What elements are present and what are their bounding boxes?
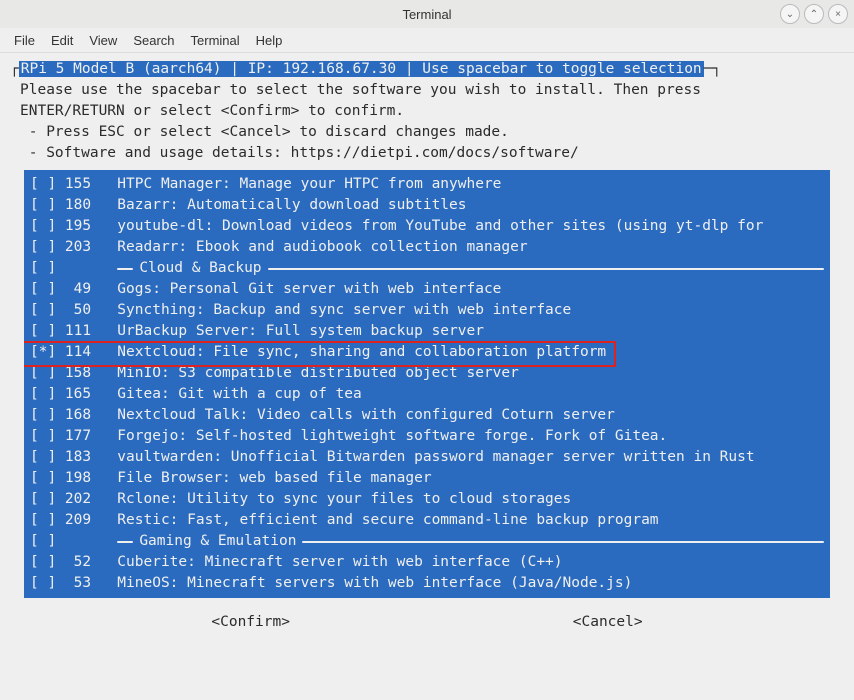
dialog-buttons: <Confirm> <Cancel>	[10, 598, 844, 643]
maximize-icon[interactable]: ⌃	[804, 4, 824, 24]
list-item[interactable]: [*] 114 Nextcloud: File sync, sharing an…	[24, 342, 830, 363]
close-icon[interactable]: ×	[828, 4, 848, 24]
intro-line-3: - Press ESC or select <Cancel> to discar…	[20, 122, 844, 143]
section-header: [ ] Cloud & Backup	[24, 258, 830, 279]
list-item[interactable]: [ ] 183 vaultwarden: Unofficial Bitwarde…	[24, 447, 830, 468]
terminal-content[interactable]: ┌RPi 5 Model B (aarch64) | IP: 192.168.6…	[0, 53, 854, 700]
menu-search[interactable]: Search	[125, 31, 182, 50]
list-item[interactable]: [ ] 195 youtube-dl: Download videos from…	[24, 216, 830, 237]
list-item[interactable]: [ ] 52 Cuberite: Minecraft server with w…	[24, 552, 830, 573]
section-label: Gaming & Emulation	[139, 531, 296, 552]
list-item[interactable]: [ ] 177 Forgejo: Self-hosted lightweight…	[24, 426, 830, 447]
section-prefix: [ ]	[30, 531, 117, 552]
confirm-button[interactable]: <Confirm>	[211, 612, 290, 633]
list-item[interactable]: [ ] 202 Rclone: Utility to sync your fil…	[24, 489, 830, 510]
divider-line	[302, 541, 824, 543]
titlebar: Terminal ⌄ ⌃ ×	[0, 0, 854, 28]
list-item[interactable]: [ ] 198 File Browser: web based file man…	[24, 468, 830, 489]
list-item[interactable]: [ ] 165 Gitea: Git with a cup of tea	[24, 384, 830, 405]
list-item[interactable]: [ ] 203 Readarr: Ebook and audiobook col…	[24, 237, 830, 258]
section-label: Cloud & Backup	[139, 258, 261, 279]
menu-help[interactable]: Help	[248, 31, 291, 50]
window-controls: ⌄ ⌃ ×	[780, 4, 848, 24]
cancel-button[interactable]: <Cancel>	[573, 612, 643, 633]
menu-terminal[interactable]: Terminal	[183, 31, 248, 50]
divider-line	[268, 268, 824, 270]
menubar: File Edit View Search Terminal Help	[0, 28, 854, 53]
list-item[interactable]: [ ] 180 Bazarr: Automatically download s…	[24, 195, 830, 216]
intro-line-4: - Software and usage details: https://di…	[20, 143, 844, 164]
software-list[interactable]: [ ] 155 HTPC Manager: Manage your HTPC f…	[24, 170, 830, 598]
menu-file[interactable]: File	[6, 31, 43, 50]
window-title: Terminal	[402, 7, 451, 22]
section-header: [ ] Gaming & Emulation	[24, 531, 830, 552]
terminal-window: Terminal ⌄ ⌃ × File Edit View Search Ter…	[0, 0, 854, 700]
list-item[interactable]: [ ] 111 UrBackup Server: Full system bac…	[24, 321, 830, 342]
menu-edit[interactable]: Edit	[43, 31, 81, 50]
header-line: RPi 5 Model B (aarch64) | IP: 192.168.67…	[19, 61, 704, 77]
list-item[interactable]: [ ] 168 Nextcloud Talk: Video calls with…	[24, 405, 830, 426]
dialog-frame: ┌RPi 5 Model B (aarch64) | IP: 192.168.6…	[10, 59, 844, 80]
divider-icon	[117, 268, 133, 270]
minimize-icon[interactable]: ⌄	[780, 4, 800, 24]
divider-icon	[117, 541, 133, 543]
intro-line-1: Please use the spacebar to select the so…	[20, 80, 844, 101]
menu-view[interactable]: View	[81, 31, 125, 50]
list-item[interactable]: [ ] 50 Syncthing: Backup and sync server…	[24, 300, 830, 321]
list-item[interactable]: [ ] 53 MineOS: Minecraft servers with we…	[24, 573, 830, 594]
section-prefix: [ ]	[30, 258, 117, 279]
list-item[interactable]: [ ] 49 Gogs: Personal Git server with we…	[24, 279, 830, 300]
list-item[interactable]: [ ] 158 MinIO: S3 compatible distributed…	[24, 363, 830, 384]
list-item[interactable]: [ ] 209 Restic: Fast, efficient and secu…	[24, 510, 830, 531]
list-item[interactable]: [ ] 155 HTPC Manager: Manage your HTPC f…	[24, 174, 830, 195]
intro-line-2: ENTER/RETURN or select <Confirm> to conf…	[20, 101, 844, 122]
